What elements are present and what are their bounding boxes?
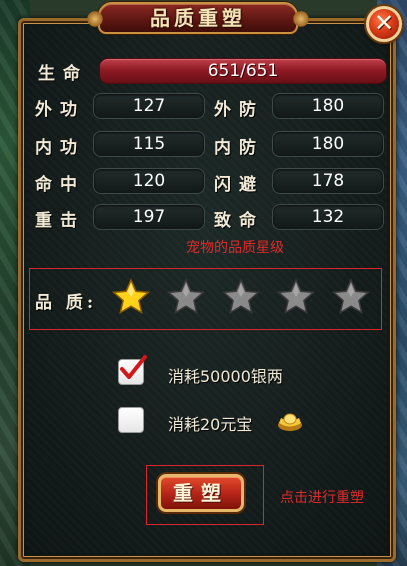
star-filled-icon bbox=[111, 278, 151, 316]
stat-label-outer-attack: 外功 bbox=[35, 100, 85, 120]
hp-label: 生命 bbox=[38, 64, 88, 84]
silver-cost-label: 消耗50000银两 bbox=[168, 367, 283, 386]
stat-label-heavy-strike: 重击 bbox=[35, 211, 85, 231]
reshape-button-label: 重塑 bbox=[173, 481, 229, 505]
stat-value-heavy-strike: 197 bbox=[93, 204, 205, 230]
stat-label-outer-defense: 外防 bbox=[214, 100, 264, 120]
star-empty-icon bbox=[276, 278, 316, 316]
stat-value-inner-defense: 180 bbox=[272, 131, 384, 157]
stat-label-critical: 致命 bbox=[214, 211, 264, 231]
stat-value-outer-attack: 127 bbox=[93, 93, 205, 119]
stat-label-inner-attack: 内功 bbox=[35, 138, 85, 158]
star-empty-icon bbox=[331, 278, 371, 316]
dialog-title-plate: 品质重塑 bbox=[86, 2, 310, 34]
reshape-button[interactable]: 重塑 bbox=[158, 474, 244, 512]
checkmark-icon bbox=[120, 355, 147, 379]
close-icon: ✕ bbox=[373, 9, 395, 37]
reshape-annotation: 点击进行重塑 bbox=[280, 490, 364, 506]
ingot-cost-label: 消耗20元宝 bbox=[168, 415, 253, 434]
star-empty-icon bbox=[221, 278, 261, 316]
quality-label: 品 质: bbox=[35, 293, 98, 313]
stat-value-outer-defense: 180 bbox=[272, 93, 384, 119]
gold-ingot-icon bbox=[278, 413, 302, 431]
stat-value-critical: 132 bbox=[272, 204, 384, 230]
stat-value-hit: 120 bbox=[93, 168, 205, 194]
stat-label-hit: 命中 bbox=[35, 175, 85, 195]
stat-value-inner-attack: 115 bbox=[93, 131, 205, 157]
hp-bar: 651/651 bbox=[99, 58, 387, 84]
stat-label-inner-defense: 内防 bbox=[214, 138, 264, 158]
star-empty-icon bbox=[166, 278, 206, 316]
quality-annotation: 宠物的品质星级 bbox=[186, 240, 284, 256]
stat-label-dodge: 闪避 bbox=[214, 175, 264, 195]
ingot-cost-checkbox[interactable] bbox=[118, 407, 144, 433]
dialog-title: 品质重塑 bbox=[150, 6, 246, 30]
silver-cost-checkbox[interactable] bbox=[118, 355, 147, 385]
close-button[interactable]: ✕ bbox=[366, 6, 402, 42]
stat-value-dodge: 178 bbox=[272, 168, 384, 194]
